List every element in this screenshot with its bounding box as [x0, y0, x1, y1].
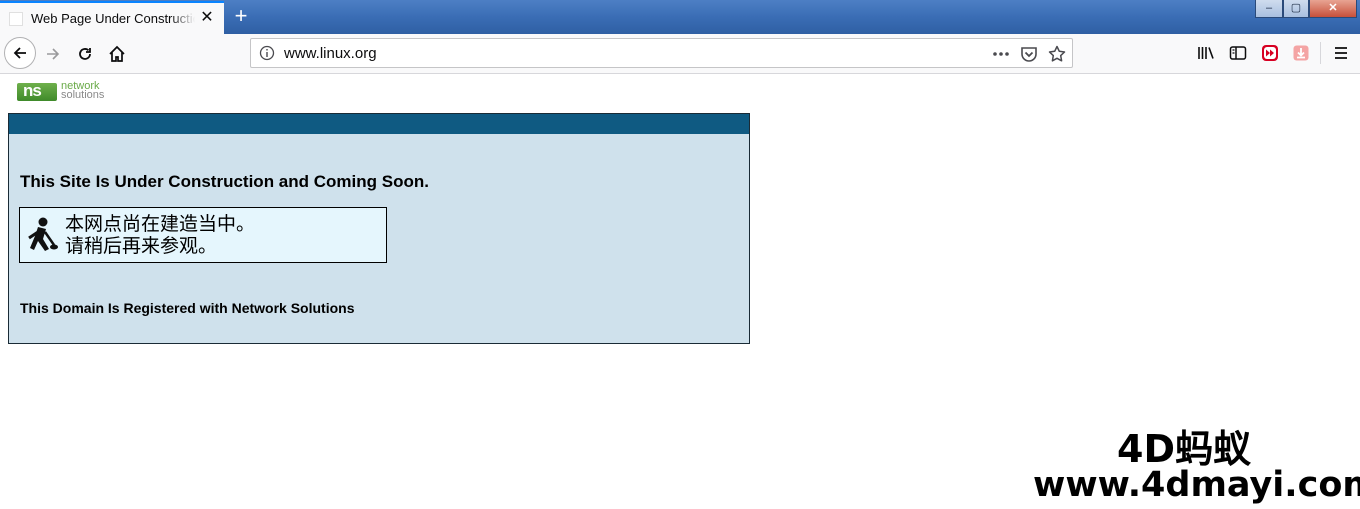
pocket-button[interactable]	[1019, 44, 1039, 64]
navigation-toolbar: www.linux.org	[0, 34, 1360, 74]
construction-panel: This Site Is Under Construction and Comi…	[8, 113, 750, 344]
tab-strip: Web Page Under Construction ✕ + – ▢ ✕	[0, 0, 1360, 34]
page-favicon	[9, 12, 23, 26]
tab-title: Web Page Under Construction	[31, 11, 195, 26]
home-icon	[109, 45, 125, 62]
media-forward-icon	[1262, 45, 1278, 61]
panel-header-bar	[9, 114, 749, 134]
star-icon	[1048, 45, 1066, 62]
new-tab-button[interactable]: +	[230, 5, 252, 27]
reload-icon	[79, 48, 91, 60]
extension-download-button[interactable]	[1290, 42, 1312, 64]
url-text: www.linux.org	[284, 45, 377, 62]
site-info-icon[interactable]	[259, 45, 275, 61]
home-button[interactable]	[102, 39, 132, 69]
bookmark-star-button[interactable]	[1047, 44, 1067, 64]
logo-text-solutions: solutions	[61, 89, 105, 101]
page-actions-button[interactable]	[991, 44, 1011, 64]
chinese-notice-box: 本网点尚在建造当中。 请稍后再来参观。	[19, 207, 387, 263]
close-window-button[interactable]: ✕	[1309, 0, 1357, 18]
sidebar-button[interactable]	[1227, 42, 1249, 64]
notice-line-2: 请稍后再来参观。	[65, 235, 218, 257]
forward-arrow-icon	[47, 48, 60, 60]
extension-media-button[interactable]	[1259, 42, 1281, 64]
more-dots-icon	[993, 52, 1009, 56]
notice-line-1: 本网点尚在建造当中。	[65, 213, 256, 235]
registration-text: This Domain Is Registered with Network S…	[20, 300, 355, 316]
forward-button[interactable]	[38, 39, 68, 69]
hamburger-menu-icon	[1335, 47, 1347, 59]
construction-worker-icon	[28, 217, 58, 251]
reload-button[interactable]	[70, 39, 100, 69]
minimize-button[interactable]: –	[1255, 0, 1283, 18]
close-tab-icon[interactable]: ✕	[199, 10, 215, 26]
pocket-icon	[1021, 47, 1037, 62]
download-icon	[1293, 45, 1309, 61]
url-bar[interactable]: www.linux.org	[250, 38, 1073, 68]
maximize-button[interactable]: ▢	[1283, 0, 1309, 18]
network-solutions-logo: ns network solutions	[17, 81, 143, 102]
library-button[interactable]	[1195, 42, 1217, 64]
watermark-url: www.4dmayi.com	[1033, 465, 1360, 505]
back-arrow-icon	[13, 47, 26, 59]
toolbar-separator	[1320, 42, 1321, 64]
back-button[interactable]	[4, 37, 36, 69]
tab-active[interactable]: Web Page Under Construction ✕	[0, 1, 224, 34]
library-icon	[1198, 47, 1214, 59]
logo-mark: ns	[17, 81, 57, 101]
page-headline: This Site Is Under Construction and Comi…	[20, 172, 429, 191]
sidebar-icon	[1229, 46, 1247, 60]
menu-button[interactable]	[1330, 42, 1352, 64]
